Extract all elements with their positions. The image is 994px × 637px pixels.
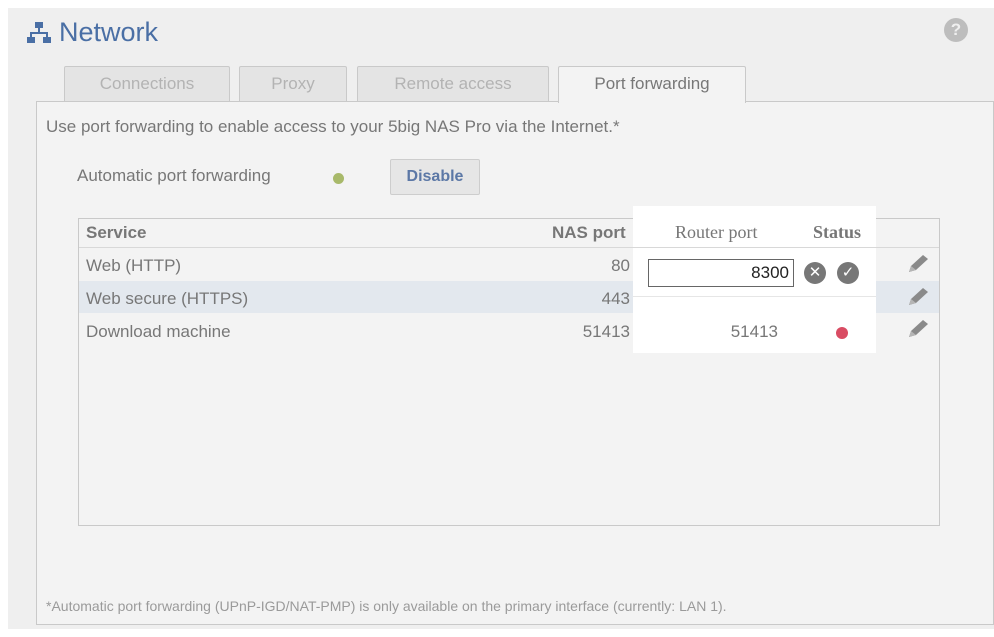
tab-connections[interactable]: Connections: [64, 66, 230, 102]
router-port-input[interactable]: [648, 259, 794, 287]
page-header: Network: [27, 12, 158, 52]
popup-header-divider: [633, 247, 876, 248]
row-download-router-port: 51413: [730, 322, 778, 341]
confirm-icon[interactable]: ✓: [837, 262, 859, 284]
intro-text: Use port forwarding to enable access to …: [46, 117, 620, 136]
edit-pencil-icon[interactable]: [906, 286, 932, 308]
tab-port-forwarding[interactable]: Port forwarding: [558, 66, 746, 103]
tab-remote-access[interactable]: Remote access: [357, 66, 549, 102]
column-header-status: Status: [813, 222, 862, 242]
auto-forwarding-label: Automatic port forwarding: [77, 166, 271, 185]
help-icon[interactable]: ?: [944, 18, 968, 42]
page-title: Network: [59, 16, 159, 47]
column-header-router-port: Router port: [675, 222, 758, 242]
disable-button[interactable]: Disable: [390, 159, 480, 195]
network-icon: [27, 22, 51, 43]
tab-proxy[interactable]: Proxy: [239, 66, 347, 102]
popup-row-divider: [633, 296, 876, 297]
cancel-icon[interactable]: ✕: [804, 262, 826, 284]
row-https-service: Web secure (HTTPS): [86, 289, 249, 308]
row-http-nas-port: 80: [611, 256, 630, 275]
edit-pencil-icon[interactable]: [906, 318, 932, 340]
row-download-service: Download machine: [86, 322, 231, 341]
column-header-service: Service: [86, 223, 147, 242]
auto-forwarding-status-dot: [333, 173, 344, 184]
column-header-nas-port: NAS port: [552, 223, 626, 242]
status-error-dot: [836, 327, 848, 339]
router-port-edit-popup: Router port Status ✕ ✓ 51413: [633, 206, 876, 353]
edit-pencil-icon[interactable]: [906, 253, 932, 275]
row-https-nas-port: 443: [601, 289, 630, 308]
footnote: *Automatic port forwarding (UPnP-IGD/NAT…: [46, 598, 727, 614]
row-download-nas-port: 51413: [582, 322, 630, 341]
row-http-service: Web (HTTP): [86, 256, 182, 275]
